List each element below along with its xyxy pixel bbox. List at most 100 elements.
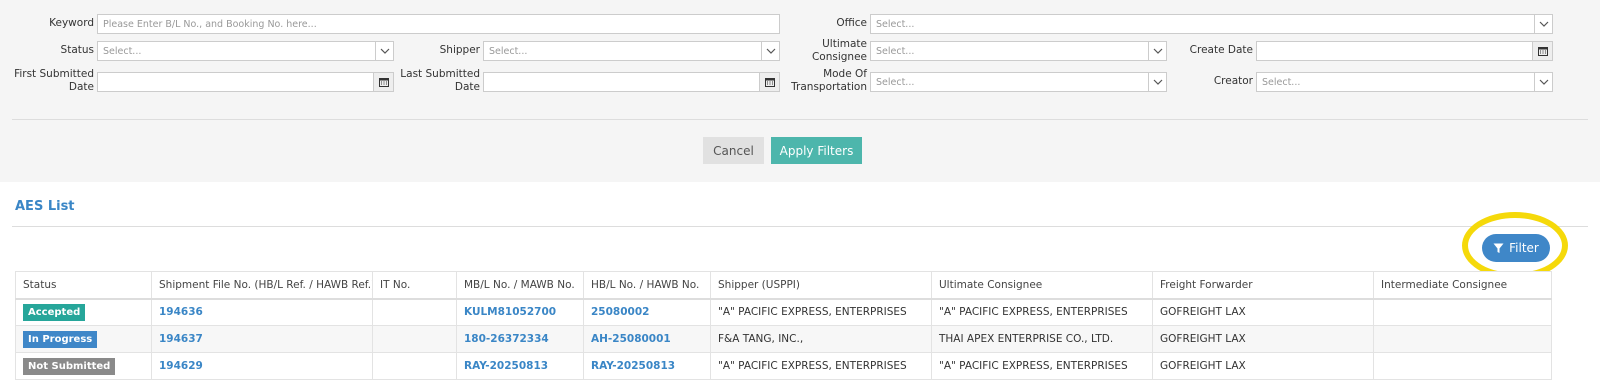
office-select[interactable]: Select...: [870, 14, 1553, 34]
shipper-placeholder: Select...: [489, 46, 528, 57]
mbl-cell: RAY-20250813: [456, 352, 584, 380]
calendar-icon[interactable]: [759, 73, 779, 91]
forwarder-cell: GOFREIGHT LAX: [1152, 352, 1374, 380]
status-cell: In Progress: [15, 325, 152, 353]
status-cell: Accepted: [15, 298, 152, 326]
chevron-down-icon[interactable]: [1534, 73, 1552, 91]
create-date-input[interactable]: [1256, 41, 1553, 61]
status-select[interactable]: Select...: [97, 41, 394, 61]
it-no-cell: [372, 325, 457, 353]
it-no-cell: [372, 298, 457, 326]
hbl-cell: AH-25080001: [583, 325, 711, 353]
chevron-down-icon[interactable]: [1148, 42, 1166, 60]
first-submitted-date-label: First Submitted Date: [4, 68, 94, 94]
filter-button[interactable]: Filter: [1482, 234, 1550, 262]
create-date-label: Create Date: [1189, 44, 1253, 56]
filter-divider: [12, 119, 1588, 120]
creator-label: Creator: [1213, 75, 1253, 87]
status-label: Status: [60, 44, 94, 56]
shipper-cell: "A" PACIFIC EXPRESS, ENTERPRISES: [710, 298, 932, 326]
aes-table: Status Shipment File No. (HB/L Ref. / HA…: [15, 271, 1552, 380]
table-row[interactable]: In Progress 194637 180-26372334 AH-25080…: [15, 325, 1552, 353]
label-line: Date: [68, 81, 94, 93]
funnel-icon: [1493, 243, 1504, 253]
shipment-file-link[interactable]: 194629: [159, 360, 203, 372]
keyword-placeholder: Please Enter B/L No., and Booking No. he…: [103, 19, 317, 30]
status-badge: In Progress: [23, 330, 98, 348]
hbl-link[interactable]: RAY-20250813: [591, 360, 675, 372]
hbl-cell: 25080002: [583, 298, 711, 326]
last-submitted-date-input[interactable]: [483, 72, 780, 92]
chevron-down-icon[interactable]: [375, 42, 393, 60]
shipment-file-link[interactable]: 194636: [159, 306, 203, 318]
mbl-link[interactable]: KULM81052700: [464, 306, 556, 318]
it-no-cell: [372, 352, 457, 380]
intermediate-cell: [1373, 325, 1552, 353]
hbl-link[interactable]: AH-25080001: [591, 333, 671, 345]
first-submitted-date-input[interactable]: [97, 72, 394, 92]
consignee-cell: "A" PACIFIC EXPRESS, ENTERPRISES: [931, 298, 1153, 326]
page-title: AES List: [15, 199, 75, 214]
filter-button-label: Filter: [1509, 241, 1539, 255]
shipment-file-link[interactable]: 194637: [159, 333, 203, 345]
forwarder-cell: GOFREIGHT LAX: [1152, 325, 1374, 353]
column-header[interactable]: HB/L No. / HAWB No.: [583, 271, 711, 300]
office-label: Office: [836, 17, 867, 29]
label-line: Date: [454, 81, 480, 93]
filter-panel: Keyword Please Enter B/L No., and Bookin…: [0, 0, 1600, 182]
shipment-file-cell: 194637: [151, 325, 373, 353]
intermediate-cell: [1373, 352, 1552, 380]
ultimate-consignee-label: Ultimate Consignee: [780, 38, 867, 64]
shipper-cell: "A" PACIFIC EXPRESS, ENTERPRISES: [710, 352, 932, 380]
hbl-link[interactable]: 25080002: [591, 306, 649, 318]
status-cell: Not Submitted: [15, 352, 152, 380]
column-header[interactable]: MB/L No. / MAWB No.: [456, 271, 584, 300]
hbl-cell: RAY-20250813: [583, 352, 711, 380]
column-header[interactable]: Freight Forwarder: [1152, 271, 1374, 300]
column-header[interactable]: Shipper (USPPI): [710, 271, 932, 300]
creator-placeholder: Select...: [1262, 77, 1301, 88]
keyword-input[interactable]: Please Enter B/L No., and Booking No. he…: [97, 14, 780, 34]
label-line: Transportation: [791, 81, 867, 93]
mode-of-transportation-select[interactable]: Select...: [870, 72, 1167, 92]
label-line: First Submitted: [14, 68, 94, 80]
column-header[interactable]: IT No.: [372, 271, 457, 300]
column-header[interactable]: Shipment File No. (HB/L Ref. / HAWB Ref.…: [151, 271, 373, 300]
consignee-cell: "A" PACIFIC EXPRESS, ENTERPRISES: [931, 352, 1153, 380]
label-line: Consignee: [811, 51, 867, 63]
keyword-label: Keyword: [49, 17, 94, 29]
status-badge: Not Submitted: [23, 357, 116, 375]
title-divider: [12, 226, 1588, 227]
consignee-cell: THAI APEX ENTERPRISE CO., LTD.: [931, 325, 1153, 353]
column-header[interactable]: Ultimate Consignee: [931, 271, 1153, 300]
cancel-button[interactable]: Cancel: [703, 137, 764, 164]
calendar-icon[interactable]: [373, 73, 393, 91]
ultimate-consignee-select[interactable]: Select...: [870, 41, 1167, 61]
calendar-icon[interactable]: [1532, 42, 1552, 60]
label-line: Last Submitted: [400, 68, 480, 80]
mbl-link[interactable]: RAY-20250813: [464, 360, 548, 372]
shipment-file-cell: 194629: [151, 352, 373, 380]
creator-select[interactable]: Select...: [1256, 72, 1553, 92]
office-placeholder: Select...: [876, 19, 915, 30]
table-row[interactable]: Not Submitted 194629 RAY-20250813 RAY-20…: [15, 352, 1552, 380]
mode-of-transportation-label: Mode Of Transportation: [780, 68, 867, 94]
ultimate-consignee-placeholder: Select...: [876, 46, 915, 57]
chevron-down-icon[interactable]: [761, 42, 779, 60]
label-line: Mode Of: [823, 68, 867, 80]
shipment-file-cell: 194636: [151, 298, 373, 326]
status-placeholder: Select...: [103, 46, 142, 57]
shipper-select[interactable]: Select...: [483, 41, 780, 61]
last-submitted-date-label: Last Submitted Date: [394, 68, 480, 94]
column-header[interactable]: Status: [15, 271, 152, 300]
table-row[interactable]: Accepted 194636 KULM81052700 25080002 "A…: [15, 298, 1552, 326]
column-header[interactable]: Intermediate Consignee: [1373, 271, 1552, 300]
chevron-down-icon[interactable]: [1148, 73, 1166, 91]
label-line: Ultimate: [822, 38, 867, 50]
intermediate-cell: [1373, 298, 1552, 326]
chevron-down-icon[interactable]: [1534, 15, 1552, 33]
mode-of-transportation-placeholder: Select...: [876, 77, 915, 88]
mbl-link[interactable]: 180-26372334: [464, 333, 549, 345]
apply-filters-button[interactable]: Apply Filters: [771, 137, 862, 164]
mbl-cell: 180-26372334: [456, 325, 584, 353]
